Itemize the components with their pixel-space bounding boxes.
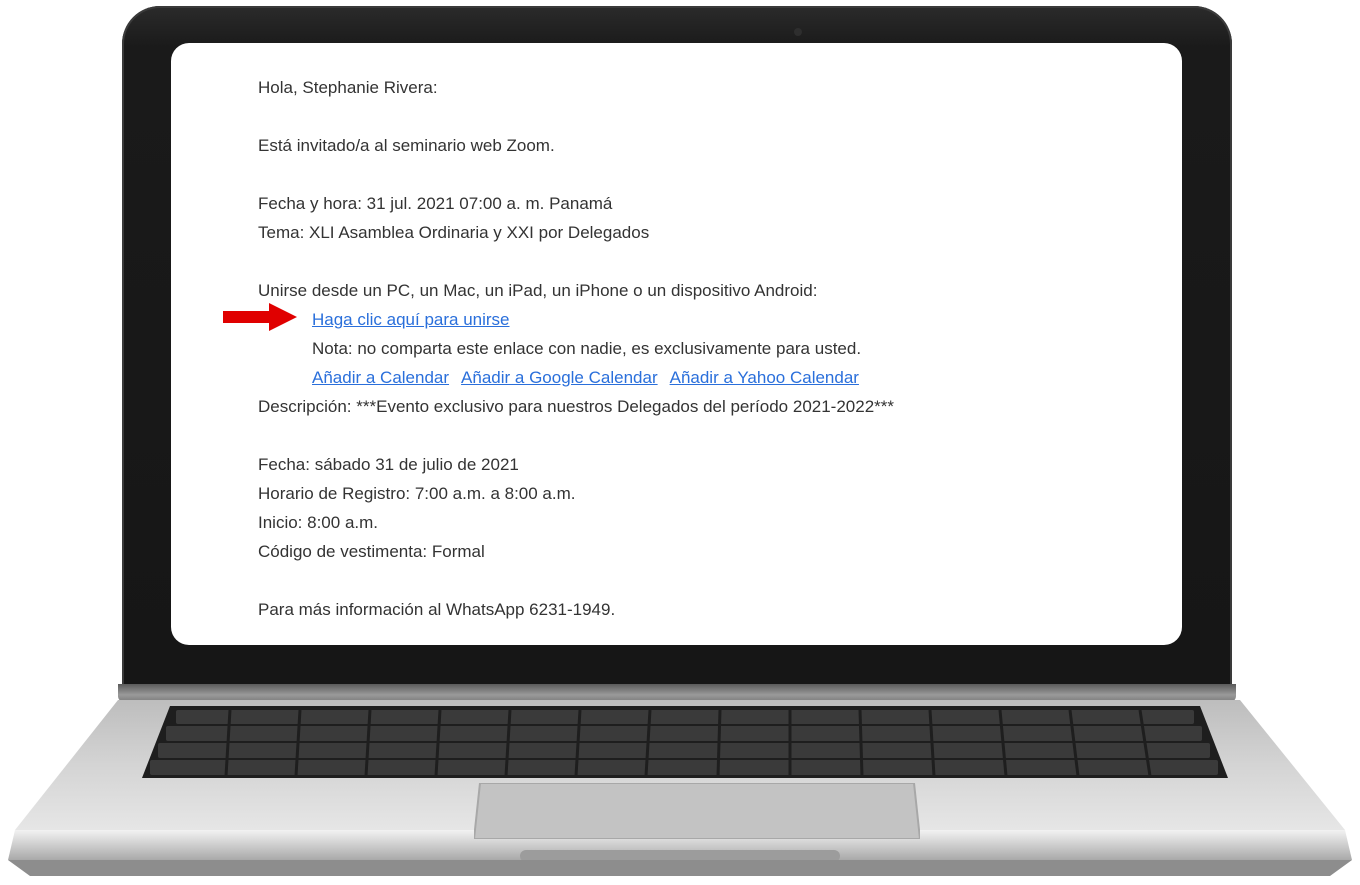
email-description: Descripción: ***Evento exclusivo para nu… (258, 397, 895, 416)
join-link-row: Haga clic aquí para unirse (258, 305, 1158, 334)
email-more-info: Para más información al WhatsApp 6231-19… (258, 600, 616, 619)
red-arrow-right-icon (223, 303, 297, 331)
keyboard (142, 706, 1228, 778)
email-body: Hola, Stephanie Rivera: Está invitado/a … (258, 73, 1158, 624)
add-to-yahoo-calendar-link[interactable]: Añadir a Yahoo Calendar (670, 368, 859, 387)
calendar-links: Añadir a Calendar Añadir a Google Calenda… (258, 363, 1158, 392)
trackpad (474, 783, 920, 839)
email-event-date: Fecha: sábado 31 de julio de 2021 (258, 455, 519, 474)
email-dress-code: Código de vestimenta: Formal (258, 542, 485, 561)
email-invitation: Está invitado/a al seminario web Zoom. (258, 136, 555, 155)
laptop-scene: Hola, Stephanie Rivera: Está invitado/a … (0, 0, 1360, 885)
email-topic: Tema: XLI Asamblea Ordinaria y XXI por D… (258, 223, 650, 242)
laptop-screen: Hola, Stephanie Rivera: Está invitado/a … (171, 43, 1182, 645)
email-greeting: Hola, Stephanie Rivera: (258, 78, 438, 97)
join-link[interactable]: Haga clic aquí para unirse (312, 310, 510, 329)
email-join-instructions: Unirse desde un PC, un Mac, un iPad, un … (258, 281, 818, 300)
add-to-calendar-link[interactable]: Añadir a Calendar (312, 368, 449, 387)
webcam (794, 28, 802, 36)
add-to-google-calendar-link[interactable]: Añadir a Google Calendar (461, 368, 658, 387)
email-start-time: Inicio: 8:00 a.m. (258, 513, 379, 532)
email-date-time: Fecha y hora: 31 jul. 2021 07:00 a. m. P… (258, 194, 613, 213)
email-note: Nota: no comparta este enlace con nadie,… (312, 339, 862, 358)
email-registration-time: Horario de Registro: 7:00 a.m. a 8:00 a.… (258, 484, 576, 503)
